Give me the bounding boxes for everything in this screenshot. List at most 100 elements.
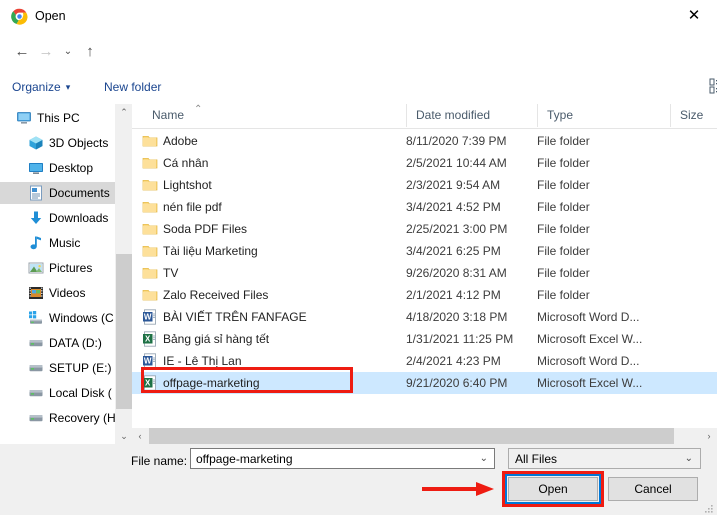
sidebar-scroll-down-icon[interactable]: ⌄ <box>116 428 132 444</box>
sidebar-item-label: Music <box>49 236 81 250</box>
sidebar-item-label: SETUP (E:) <box>49 361 112 375</box>
sidebar-item-label: DATA (D:) <box>49 336 102 350</box>
column-header-size[interactable]: Size <box>670 104 703 127</box>
sidebar-item-label: Recovery (H <box>49 411 115 425</box>
title-bar: Open ✕ <box>0 0 717 33</box>
folder-icon <box>142 265 158 281</box>
forward-icon[interactable]: → <box>36 42 56 62</box>
cell-date-modified: 1/31/2021 11:25 PM <box>406 332 514 346</box>
file-type-select[interactable]: All Files ⌄ <box>508 448 701 469</box>
folder-icon <box>142 133 158 149</box>
cell-date-modified: 2/25/2021 3:00 PM <box>406 222 508 236</box>
sidebar-item-label: Local Disk ( <box>49 386 112 400</box>
sidebar-item-music[interactable]: Music <box>0 232 115 254</box>
cancel-button[interactable]: Cancel <box>608 477 698 501</box>
windows-drive-icon <box>28 310 44 326</box>
sidebar-item-data-d[interactable]: DATA (D:) <box>0 332 115 354</box>
folder-icon <box>142 287 158 303</box>
cell-date-modified: 2/5/2021 10:44 AM <box>406 156 507 170</box>
sidebar-item-pictures[interactable]: Pictures <box>0 257 115 279</box>
column-header-date-modified[interactable]: Date modified <box>406 104 490 127</box>
sidebar-scroll-thumb[interactable] <box>116 254 132 409</box>
table-row[interactable]: Xoffpage-marketing 9/21/2020 6:40 PM Micro… <box>132 372 717 394</box>
file-list: Name ⌃ Date modified Type Size Adobe 8/11/202… <box>132 104 717 444</box>
chevron-down-icon[interactable]: ⌄ <box>480 453 488 464</box>
word-doc-icon: W <box>142 309 158 325</box>
desktop-icon <box>28 160 44 176</box>
sidebar-item-label: Pictures <box>49 261 93 275</box>
drive-icon <box>28 385 44 401</box>
sidebar-scroll-up-icon[interactable]: ⌃ <box>116 104 132 120</box>
back-icon[interactable]: ← <box>12 42 32 62</box>
table-row[interactable]: TV 9/26/2020 8:31 AM File folder <box>132 262 717 284</box>
resize-grip-icon[interactable] <box>704 503 714 513</box>
sidebar-item-label: Documents <box>49 186 110 200</box>
excel-doc-icon: X <box>142 375 158 391</box>
new-folder-button[interactable]: New folder <box>104 79 161 95</box>
sidebar-item-documents[interactable]: Documents <box>0 182 115 204</box>
chevron-down-icon[interactable]: ⌄ <box>685 453 693 464</box>
svg-text:X: X <box>145 335 151 344</box>
hscroll-left-icon[interactable]: ‹ <box>132 428 148 444</box>
sidebar-item-3d-objects[interactable]: 3D Objects <box>0 132 115 154</box>
table-row[interactable]: nén file pdf 3/4/2021 4:52 PM File folder <box>132 196 717 218</box>
table-row[interactable]: W IE - Lê Thị Lan 2/4/2021 4:23 PM Microsof… <box>132 350 717 372</box>
sidebar-item-label: This PC <box>37 111 80 125</box>
file-type-value: All Files <box>515 452 558 466</box>
documents-icon <box>28 185 44 201</box>
sidebar-item-videos[interactable]: Videos <box>0 282 115 304</box>
column-header-type[interactable]: Type <box>537 104 573 127</box>
table-row[interactable]: Zalo Received Files 2/1/2021 4:12 PM File … <box>132 284 717 306</box>
sidebar-item-desktop[interactable]: Desktop <box>0 157 115 179</box>
table-row[interactable]: Adobe 8/11/2020 7:39 PM File folder <box>132 130 717 152</box>
folder-icon <box>142 177 158 193</box>
close-button[interactable]: ✕ <box>671 0 717 31</box>
cell-type: File folder <box>537 222 590 236</box>
table-row[interactable]: W BÀI VIẾT TRÊN FANFAGE 4/18/2020 3:18 PM M… <box>132 306 717 328</box>
navigation-bar: ← → ⌄ ↑ ›This PC›Documents› ⌄ ↻ <box>0 32 717 95</box>
file-name-input[interactable]: offpage-marketing ⌄ <box>190 448 495 469</box>
videos-icon <box>28 285 44 301</box>
cell-type: File folder <box>537 156 590 170</box>
sidebar-item-recovery-h[interactable]: Recovery (H <box>0 407 115 429</box>
sidebar-item-windows-c[interactable]: Windows (C <box>0 307 115 329</box>
up-one-level-icon[interactable]: ↑ <box>80 42 100 62</box>
downloads-icon <box>28 210 44 226</box>
sidebar-scrollbar[interactable]: ⌃ ⌄ <box>115 104 132 444</box>
hscroll-right-icon[interactable]: › <box>701 428 717 444</box>
cell-name: offpage-marketing <box>163 376 260 390</box>
cell-type: File folder <box>537 200 590 214</box>
file-name-value: offpage-marketing <box>196 452 293 466</box>
cell-type: Microsoft Word D... <box>537 354 640 368</box>
open-button[interactable]: Open <box>505 474 601 504</box>
file-list-header: Name ⌃ Date modified Type Size <box>132 104 717 129</box>
hscroll-thumb[interactable] <box>149 428 674 444</box>
svg-text:W: W <box>144 357 152 366</box>
cell-name: Lightshot <box>163 178 212 192</box>
organize-label: Organize <box>12 80 61 94</box>
table-row[interactable]: Soda PDF Files 2/25/2021 3:00 PM File fold… <box>132 218 717 240</box>
sidebar-item-local-disk[interactable]: Local Disk ( <box>0 382 115 404</box>
cell-date-modified: 2/4/2021 4:23 PM <box>406 354 501 368</box>
table-row[interactable]: Lightshot 2/3/2021 9:54 AM File folder <box>132 174 717 196</box>
cell-date-modified: 2/1/2021 4:12 PM <box>406 288 501 302</box>
table-row[interactable]: Cá nhân 2/5/2021 10:44 AM File folder <box>132 152 717 174</box>
column-header-name[interactable]: Name ⌃ <box>152 104 202 127</box>
sidebar-item-this-pc[interactable]: This PC <box>0 107 115 129</box>
table-row[interactable]: Tài liệu Marketing 3/4/2021 6:25 PM File f… <box>132 240 717 262</box>
cell-name: Tài liệu Marketing <box>163 244 258 258</box>
cell-type: Microsoft Excel W... <box>537 332 643 346</box>
view-list-icon[interactable] <box>709 77 717 98</box>
open-file-dialog: Open ✕ ← → ⌄ ↑ ›This PC›Documents› ⌄ ↻ <box>0 0 717 515</box>
cell-name: Bảng giá sỉ hàng tết <box>163 332 270 346</box>
file-list-horizontal-scrollbar[interactable]: ‹ › <box>132 428 717 444</box>
sidebar-item-downloads[interactable]: Downloads <box>0 207 115 229</box>
cell-type: File folder <box>537 266 590 280</box>
organize-button[interactable]: Organize ▾ <box>12 79 70 95</box>
cell-type: File folder <box>537 288 590 302</box>
folder-icon <box>142 155 158 171</box>
cell-type: Microsoft Word D... <box>537 310 640 324</box>
recent-locations-icon[interactable]: ⌄ <box>58 42 78 62</box>
sidebar-item-setup-e[interactable]: SETUP (E:) <box>0 357 115 379</box>
table-row[interactable]: X Bảng giá sỉ hàng tết 1/31/2021 11:25 PM M… <box>132 328 717 350</box>
